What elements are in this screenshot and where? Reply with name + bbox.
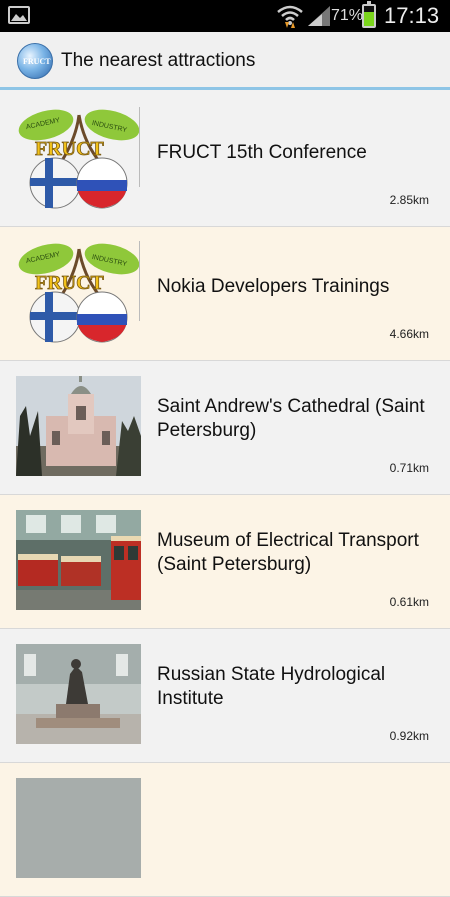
svg-text:FRUCT: FRUCT xyxy=(35,138,105,160)
thumbnail-photo xyxy=(16,778,141,878)
cathedral-photo xyxy=(16,376,141,476)
list-item-partial[interactable] xyxy=(0,763,450,897)
app-logo-text: FRUCT xyxy=(23,57,51,66)
item-distance: 4.66km xyxy=(389,327,429,341)
monument-photo xyxy=(16,644,141,744)
page-title: The nearest attractions xyxy=(61,50,256,71)
wifi-icon xyxy=(277,5,303,28)
cathedral-photo xyxy=(16,376,141,476)
fruct-logo: ACADEMY INDUSTRY FRUCT xyxy=(18,105,140,211)
app-logo-icon[interactable]: FRUCT xyxy=(17,43,53,79)
item-title: Saint Andrew's Cathedral (Saint Petersbu… xyxy=(157,396,425,441)
monument-photo xyxy=(16,644,141,744)
thumb-divider xyxy=(139,241,140,321)
item-distance: 2.85km xyxy=(389,193,429,207)
list-item[interactable]: ACADEMY INDUSTRY FRUCT FRUCT 15th Confer… xyxy=(0,93,450,227)
battery-percent: 71% xyxy=(331,7,364,24)
item-title: Nokia Developers Trainings xyxy=(157,276,390,297)
gallery-icon xyxy=(8,6,30,24)
item-title: FRUCT 15th Conference xyxy=(157,142,367,163)
signal-icon xyxy=(308,6,330,26)
svg-text:FRUCT: FRUCT xyxy=(35,272,105,294)
item-title: Museum of Electrical Transport (Saint Pe… xyxy=(157,530,419,575)
attractions-list[interactable]: ACADEMY INDUSTRY FRUCT FRUCT 15th Confer… xyxy=(0,93,450,897)
fruct-logo-image: ACADEMY INDUSTRY FRUCT xyxy=(18,109,140,209)
tram-depot-photo xyxy=(16,510,141,610)
item-title: Russian State Hydrological Institute xyxy=(157,664,386,709)
item-distance: 0.71km xyxy=(389,461,429,475)
fruct-logo: ACADEMY INDUSTRY FRUCT xyxy=(18,239,140,345)
status-bar: 71% 17:13 xyxy=(0,0,450,32)
action-bar: FRUCT The nearest attractions xyxy=(0,32,450,90)
list-item[interactable]: Museum of Electrical Transport (Saint Pe… xyxy=(0,495,450,629)
battery-fill xyxy=(364,11,374,26)
item-distance: 0.92km xyxy=(389,729,429,743)
list-item[interactable]: Saint Andrew's Cathedral (Saint Petersbu… xyxy=(0,361,450,495)
battery-icon xyxy=(362,1,376,28)
tram-depot-photo xyxy=(16,510,141,610)
list-item[interactable]: ACADEMY INDUSTRY FRUCT Nokia Developers … xyxy=(0,227,450,361)
list-item[interactable]: Russian State Hydrological Institute 0.92… xyxy=(0,629,450,763)
clock: 17:13 xyxy=(384,3,440,28)
item-distance: 0.61km xyxy=(389,595,429,609)
fruct-logo-image: ACADEMY INDUSTRY FRUCT xyxy=(18,243,140,343)
thumb-divider xyxy=(139,107,140,187)
